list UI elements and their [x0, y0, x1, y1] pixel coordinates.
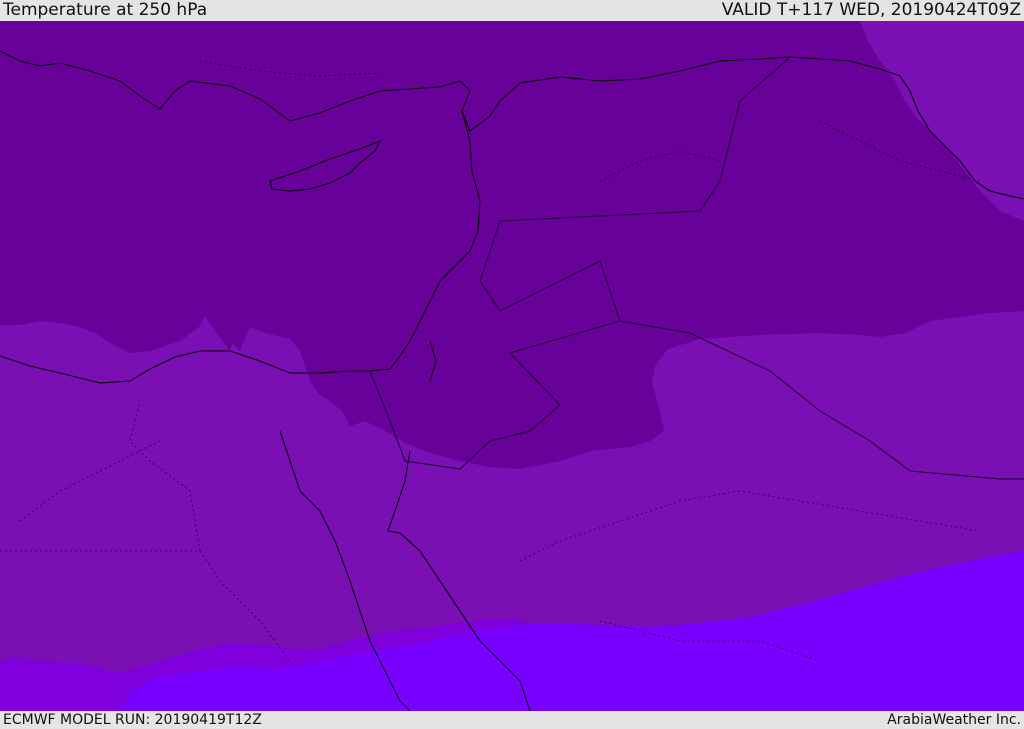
temperature-map[interactable] — [0, 21, 1024, 711]
map-title: Temperature at 250 hPa — [3, 0, 208, 20]
footer-bar: ECMWF MODEL RUN: 20190419T12Z ArabiaWeat… — [0, 711, 1024, 729]
header-bar: Temperature at 250 hPa VALID T+117 WED, … — [0, 0, 1024, 21]
model-run: ECMWF MODEL RUN: 20190419T12Z — [3, 712, 262, 728]
valid-time: VALID T+117 WED, 20190424T09Z — [721, 0, 1021, 20]
credit-text: ArabiaWeather Inc. — [887, 712, 1021, 728]
